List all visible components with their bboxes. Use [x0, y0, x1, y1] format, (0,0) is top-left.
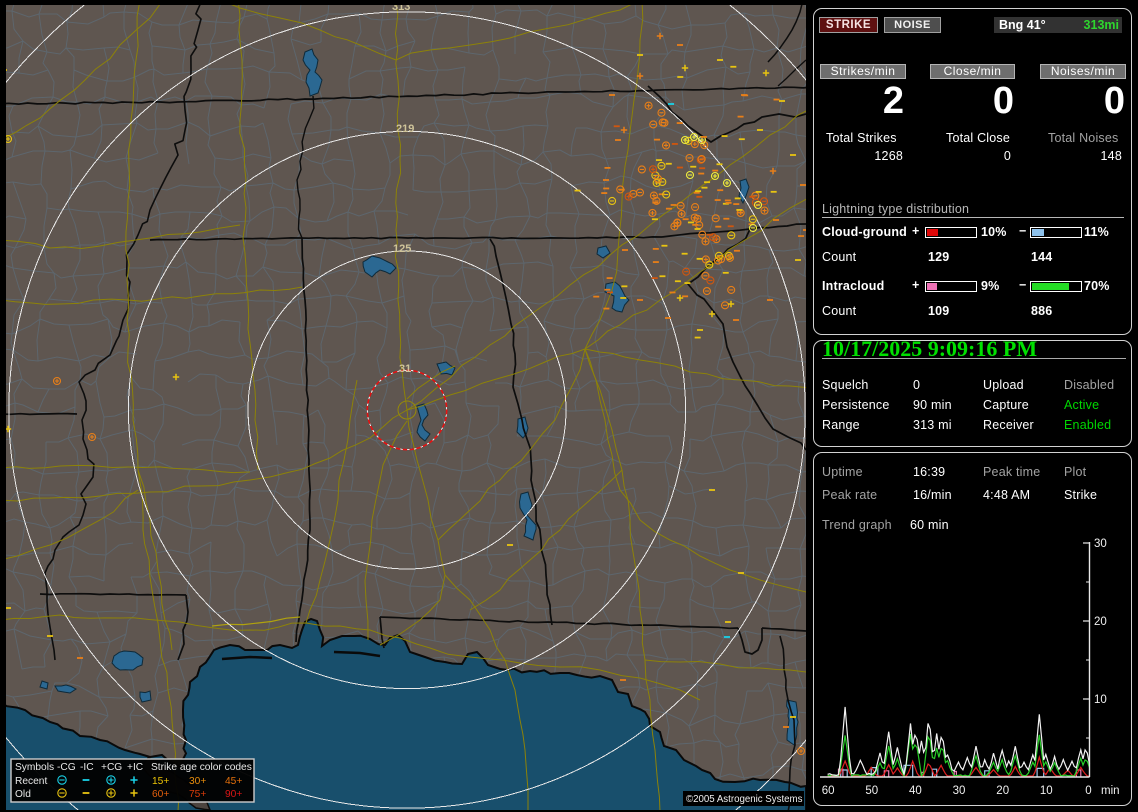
svg-text:10: 10 [1040, 785, 1053, 797]
svg-text:30: 30 [1094, 538, 1107, 550]
svg-text:©2005 Astrogenic Systems: ©2005 Astrogenic Systems [686, 794, 803, 805]
svg-text:0: 0 [1085, 785, 1091, 797]
svg-text:31: 31 [399, 363, 411, 375]
svg-text:20: 20 [996, 785, 1009, 797]
svg-text:-CG: -CG [57, 762, 76, 773]
svg-text:min: min [1101, 785, 1120, 797]
svg-text:Recent: Recent [15, 776, 47, 787]
svg-text:+IC: +IC [127, 762, 143, 773]
svg-text:219: 219 [396, 123, 414, 135]
svg-text:+CG: +CG [101, 762, 122, 773]
svg-text:Symbols: Symbols [15, 762, 54, 773]
svg-text:125: 125 [393, 243, 411, 255]
svg-text:50: 50 [865, 785, 878, 797]
svg-text:40: 40 [909, 785, 922, 797]
svg-text:90+: 90+ [225, 789, 242, 800]
svg-text:20: 20 [1094, 616, 1107, 628]
svg-text:60+: 60+ [152, 789, 169, 800]
svg-text:10: 10 [1094, 694, 1107, 706]
svg-text:30: 30 [953, 785, 966, 797]
svg-text:313: 313 [392, 5, 410, 13]
svg-text:60: 60 [822, 785, 835, 797]
svg-text:45+: 45+ [225, 776, 242, 787]
svg-text:-IC: -IC [80, 762, 94, 773]
svg-text:Strike age color codes: Strike age color codes [151, 762, 252, 773]
svg-text:75+: 75+ [189, 789, 206, 800]
svg-text:Old: Old [15, 789, 31, 800]
svg-text:15+: 15+ [152, 776, 169, 787]
svg-text:30+: 30+ [189, 776, 206, 787]
